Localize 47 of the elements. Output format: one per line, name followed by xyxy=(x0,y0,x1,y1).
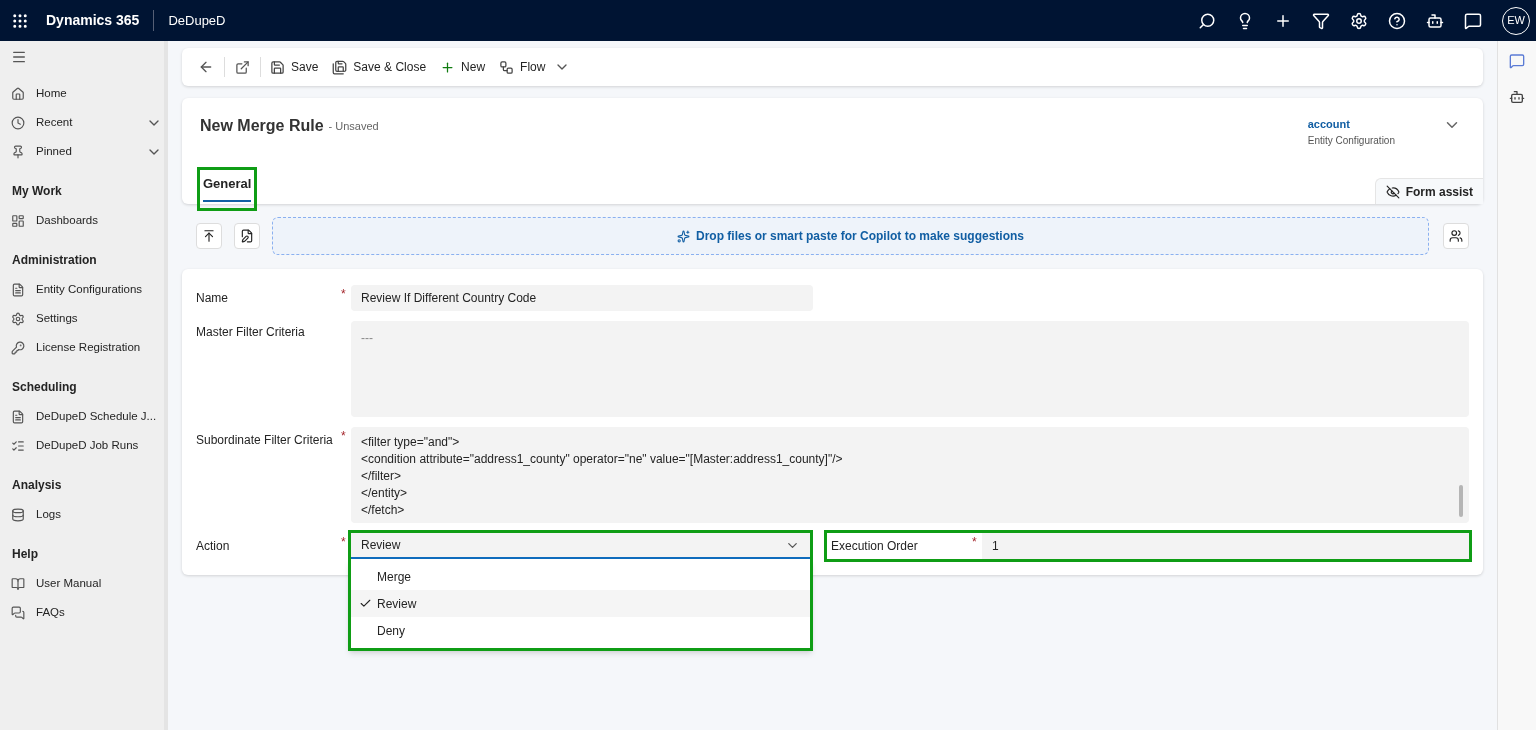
command-button[interactable]: New xyxy=(435,52,491,82)
required-asterisk: * xyxy=(972,535,977,549)
field-label: Execution Order xyxy=(830,538,919,555)
nav-item[interactable]: Entity Configurations xyxy=(0,275,164,304)
nav-item[interactable]: Logs xyxy=(0,500,164,529)
nav-item[interactable]: DeDupeD Job Runs xyxy=(0,431,164,460)
copilot-drop-zone[interactable]: Drop files or smart paste for Copilot to make suggestions xyxy=(272,217,1429,255)
required-asterisk: * xyxy=(341,535,346,549)
field-label: Subordinate Filter Criteria xyxy=(196,432,334,449)
dropdown-option[interactable]: Deny xyxy=(351,617,810,644)
record-title: New Merge Rule xyxy=(200,116,324,136)
nav-item[interactable]: Settings xyxy=(0,304,164,333)
nav-item[interactable]: License Registration xyxy=(0,333,164,362)
section-heading: Administration xyxy=(11,252,98,269)
field-label: Action xyxy=(196,538,231,555)
command-button[interactable]: Save & Close xyxy=(327,52,432,82)
nav-item[interactable]: Pinned xyxy=(0,137,164,166)
section-heading: Help xyxy=(11,546,39,563)
subordinate-filter-field[interactable]: <filter type="and"> <condition attribute="address1_county" operator="ne" value="[Master:address1_county]"/> </filter> </entity> </fetch> xyxy=(351,427,1469,523)
dropdown-option[interactable]: Review xyxy=(351,590,810,617)
required-asterisk: * xyxy=(341,429,346,443)
section-heading: Scheduling xyxy=(11,379,78,396)
nav-item[interactable]: Recent xyxy=(0,108,164,137)
form-assist-button[interactable]: Form assist xyxy=(1374,178,1483,204)
entity-link[interactable]: account xyxy=(1307,116,1395,133)
dropdown-option[interactable]: Merge xyxy=(351,563,810,590)
tab[interactable]: General xyxy=(200,169,255,208)
nav-item[interactable]: DeDupeD Schedule J... xyxy=(0,402,164,431)
name-field[interactable]: Review If Different Country Code xyxy=(351,285,813,311)
required-asterisk: * xyxy=(341,287,346,301)
execution-order-field[interactable]: 1 xyxy=(982,533,1469,559)
field-label: Name xyxy=(196,290,229,307)
save-status: - Unsaved xyxy=(328,119,379,134)
nav-item[interactable]: User Manual xyxy=(0,569,164,598)
section-heading: Analysis xyxy=(11,477,63,494)
nav-item[interactable]: Dashboards xyxy=(0,206,164,235)
area-name: DeDupeD xyxy=(167,11,226,30)
field-label: Master Filter Criteria xyxy=(196,324,306,341)
nav-item[interactable]: FAQs xyxy=(0,598,164,627)
nav-item[interactable]: Home xyxy=(0,79,164,108)
section-heading: My Work xyxy=(11,183,63,200)
command-button[interactable]: Save xyxy=(265,52,324,82)
action-dropdown[interactable]: Review xyxy=(351,533,810,559)
master-filter-field[interactable]: --- xyxy=(351,321,1469,417)
app-name[interactable]: Dynamics 365 xyxy=(40,10,155,31)
command-button[interactable]: Flow xyxy=(494,52,551,82)
entity-type: Entity Configuration xyxy=(1307,133,1395,148)
